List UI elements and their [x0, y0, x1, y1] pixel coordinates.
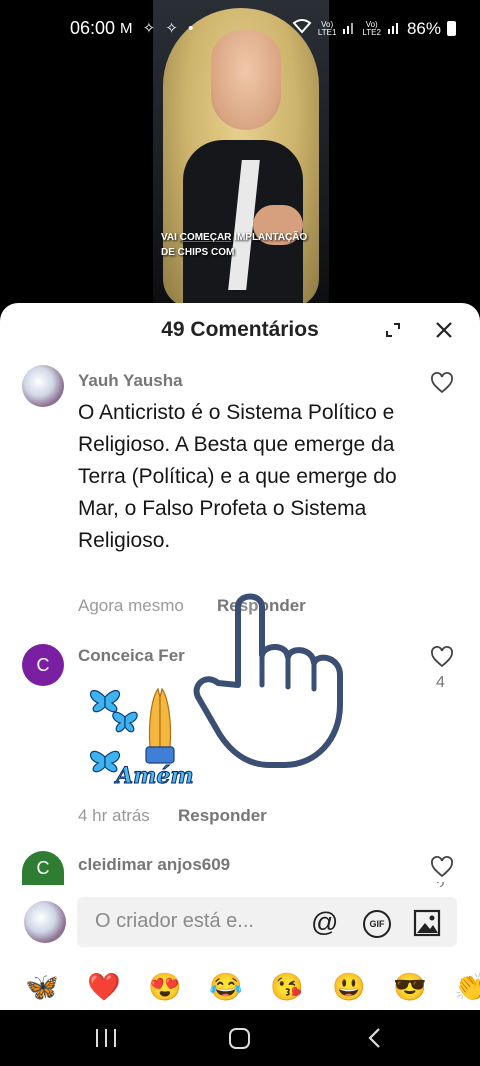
emoji-button[interactable]: 😎 [393, 969, 427, 1005]
battery-percent: 86% [406, 18, 441, 38]
avatar[interactable]: C [22, 851, 64, 885]
caption-part-c: IMPLANTAÇÃO [231, 232, 308, 243]
like-count: 4 [436, 674, 445, 691]
caption-part-b: COMEÇAR [179, 232, 232, 243]
avatar-letter: C [36, 857, 50, 878]
emoji-button[interactable]: 😍 [148, 969, 182, 1005]
status-time: 06:00 [70, 18, 116, 38]
avatar-letter: C [36, 654, 50, 675]
close-icon[interactable] [433, 319, 455, 341]
praying-hands [145, 687, 175, 764]
amem-text: Amém [116, 763, 195, 790]
status-right: Vo) LTE1 Vo) LTE2 86% [292, 18, 456, 39]
caption-line-2: DE CHIPS COM [161, 247, 235, 258]
comment-time: Agora mesmo [78, 596, 184, 615]
emoji-button[interactable]: 👏 [454, 969, 480, 1005]
signal1-icon [342, 19, 356, 39]
home-button[interactable] [229, 1028, 250, 1049]
expand-icon[interactable] [384, 321, 402, 339]
recent-apps-button[interactable] [96, 1029, 116, 1047]
reply-button[interactable]: Responder [178, 806, 267, 826]
lte2-label: Vo) LTE2 [362, 19, 381, 37]
emoji-button[interactable]: 🦋 [25, 969, 59, 1005]
input-placeholder: O criador está e... [95, 910, 254, 932]
emoji-button[interactable]: ❤️ [87, 969, 121, 1005]
avatar[interactable] [22, 365, 64, 407]
comments-title: 49 Comentários [161, 318, 319, 341]
caption-part-a: VAI [161, 232, 180, 243]
image-icon[interactable] [413, 909, 441, 937]
video-caption: VAI COMEÇAR IMPLANTAÇÃO DE CHIPS COM [161, 230, 307, 260]
gif-icon[interactable]: GIF [363, 910, 391, 938]
pointing-hand-icon [193, 593, 343, 768]
avatar[interactable]: C [22, 644, 64, 686]
heart-icon[interactable] [430, 371, 454, 395]
mention-icon[interactable]: @ [311, 907, 338, 938]
comment-input[interactable]: O criador está e... @ GIF [77, 897, 457, 947]
notification-icons: M ✧ ✧ • [120, 20, 197, 37]
status-bar: 06:00 M ✧ ✧ • Vo) LTE1 Vo) LTE2 86% [0, 0, 480, 58]
signal2-icon [387, 19, 401, 39]
comment-time: 4 hr atrás [78, 806, 150, 825]
comment-username[interactable]: Yauh Yausha [78, 371, 183, 391]
back-button[interactable] [367, 1027, 381, 1049]
battery-icon [447, 21, 456, 36]
emoji-button[interactable]: 😃 [332, 969, 366, 1005]
my-avatar [24, 901, 66, 943]
comment-text: O Anticristo é o Sistema Político e Reli… [78, 401, 397, 552]
nav-bar [0, 1010, 480, 1066]
lte1-label: Vo) LTE1 [317, 19, 337, 37]
wifi-icon [292, 18, 312, 39]
emoji-button[interactable]: 😂 [209, 969, 243, 1005]
heart-icon[interactable] [430, 645, 454, 669]
comment-username[interactable]: cleidimar anjos609 [78, 855, 230, 875]
heart-icon[interactable] [430, 855, 454, 879]
emoji-button[interactable]: 😘 [270, 969, 304, 1005]
emoji-row: 🦋 ❤️ 😍 😂 😘 😃 😎 👏 [0, 969, 480, 1009]
comment-username[interactable]: Conceica Fer [78, 646, 185, 666]
